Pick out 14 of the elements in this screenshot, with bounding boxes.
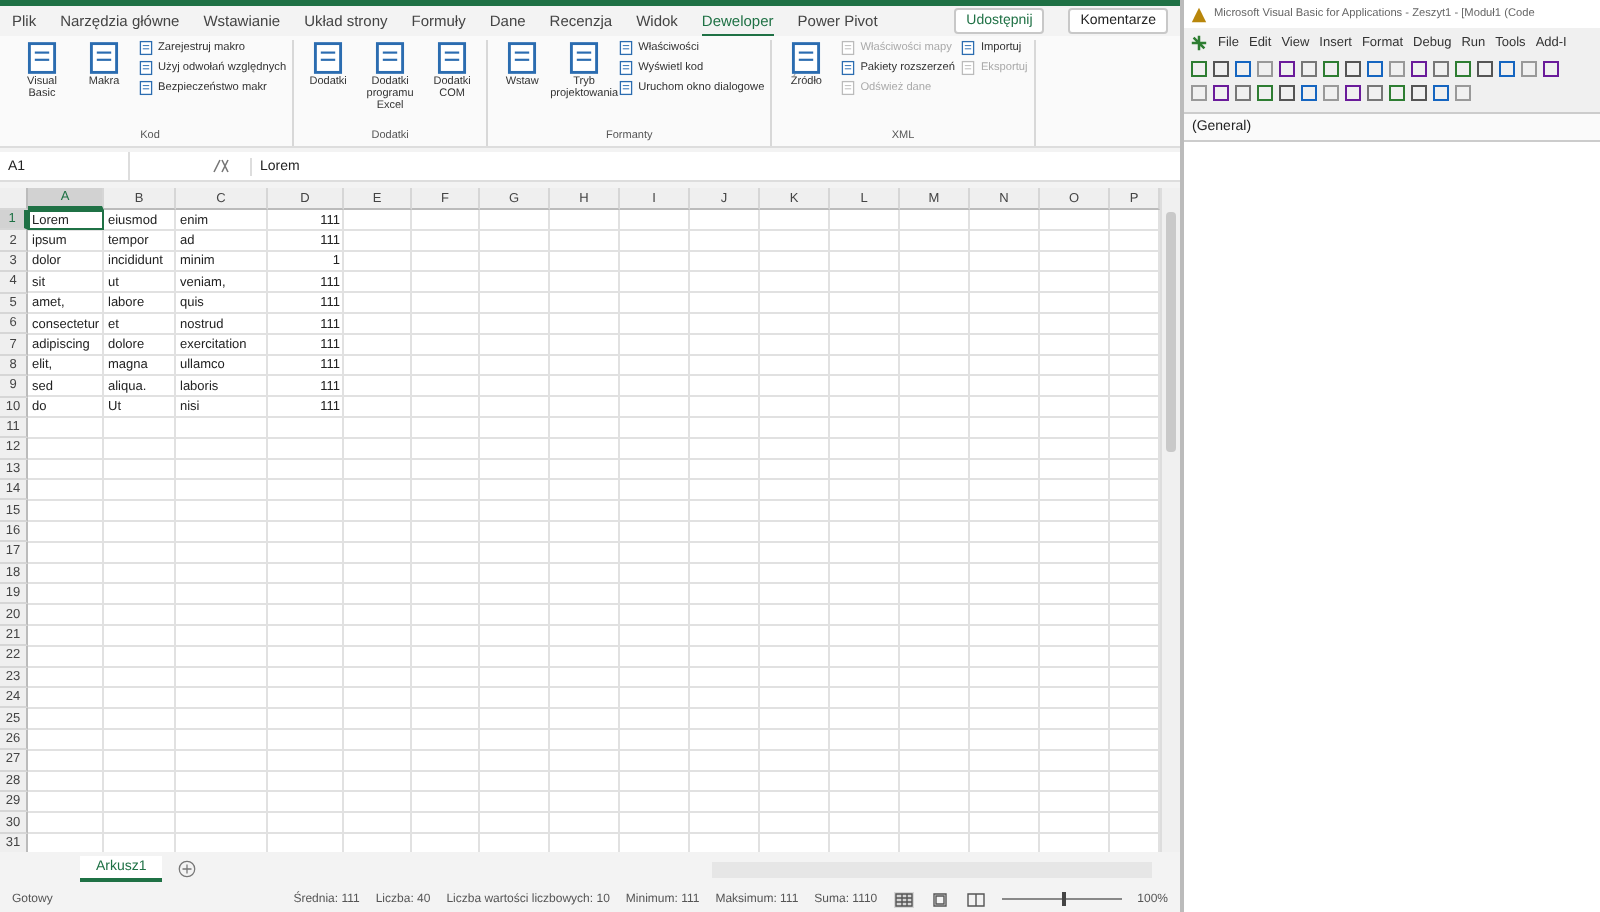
- app-icon: [1190, 5, 1208, 23]
- document-icon: [960, 60, 977, 76]
- document-icon: [138, 80, 154, 96]
- view-button[interactable]: [929, 891, 950, 907]
- document-icon: [618, 60, 635, 76]
- document-icon: [840, 80, 857, 96]
- document-icon: [618, 80, 635, 96]
- view-button[interactable]: [893, 891, 914, 907]
- document-icon: [138, 60, 154, 76]
- scrollbar-thumb[interactable]: [1166, 212, 1176, 452]
- app-icon: [1190, 33, 1208, 51]
- view-button[interactable]: [965, 891, 986, 907]
- document-icon: [840, 60, 857, 76]
- add-sheet-icon[interactable]: [178, 860, 197, 878]
